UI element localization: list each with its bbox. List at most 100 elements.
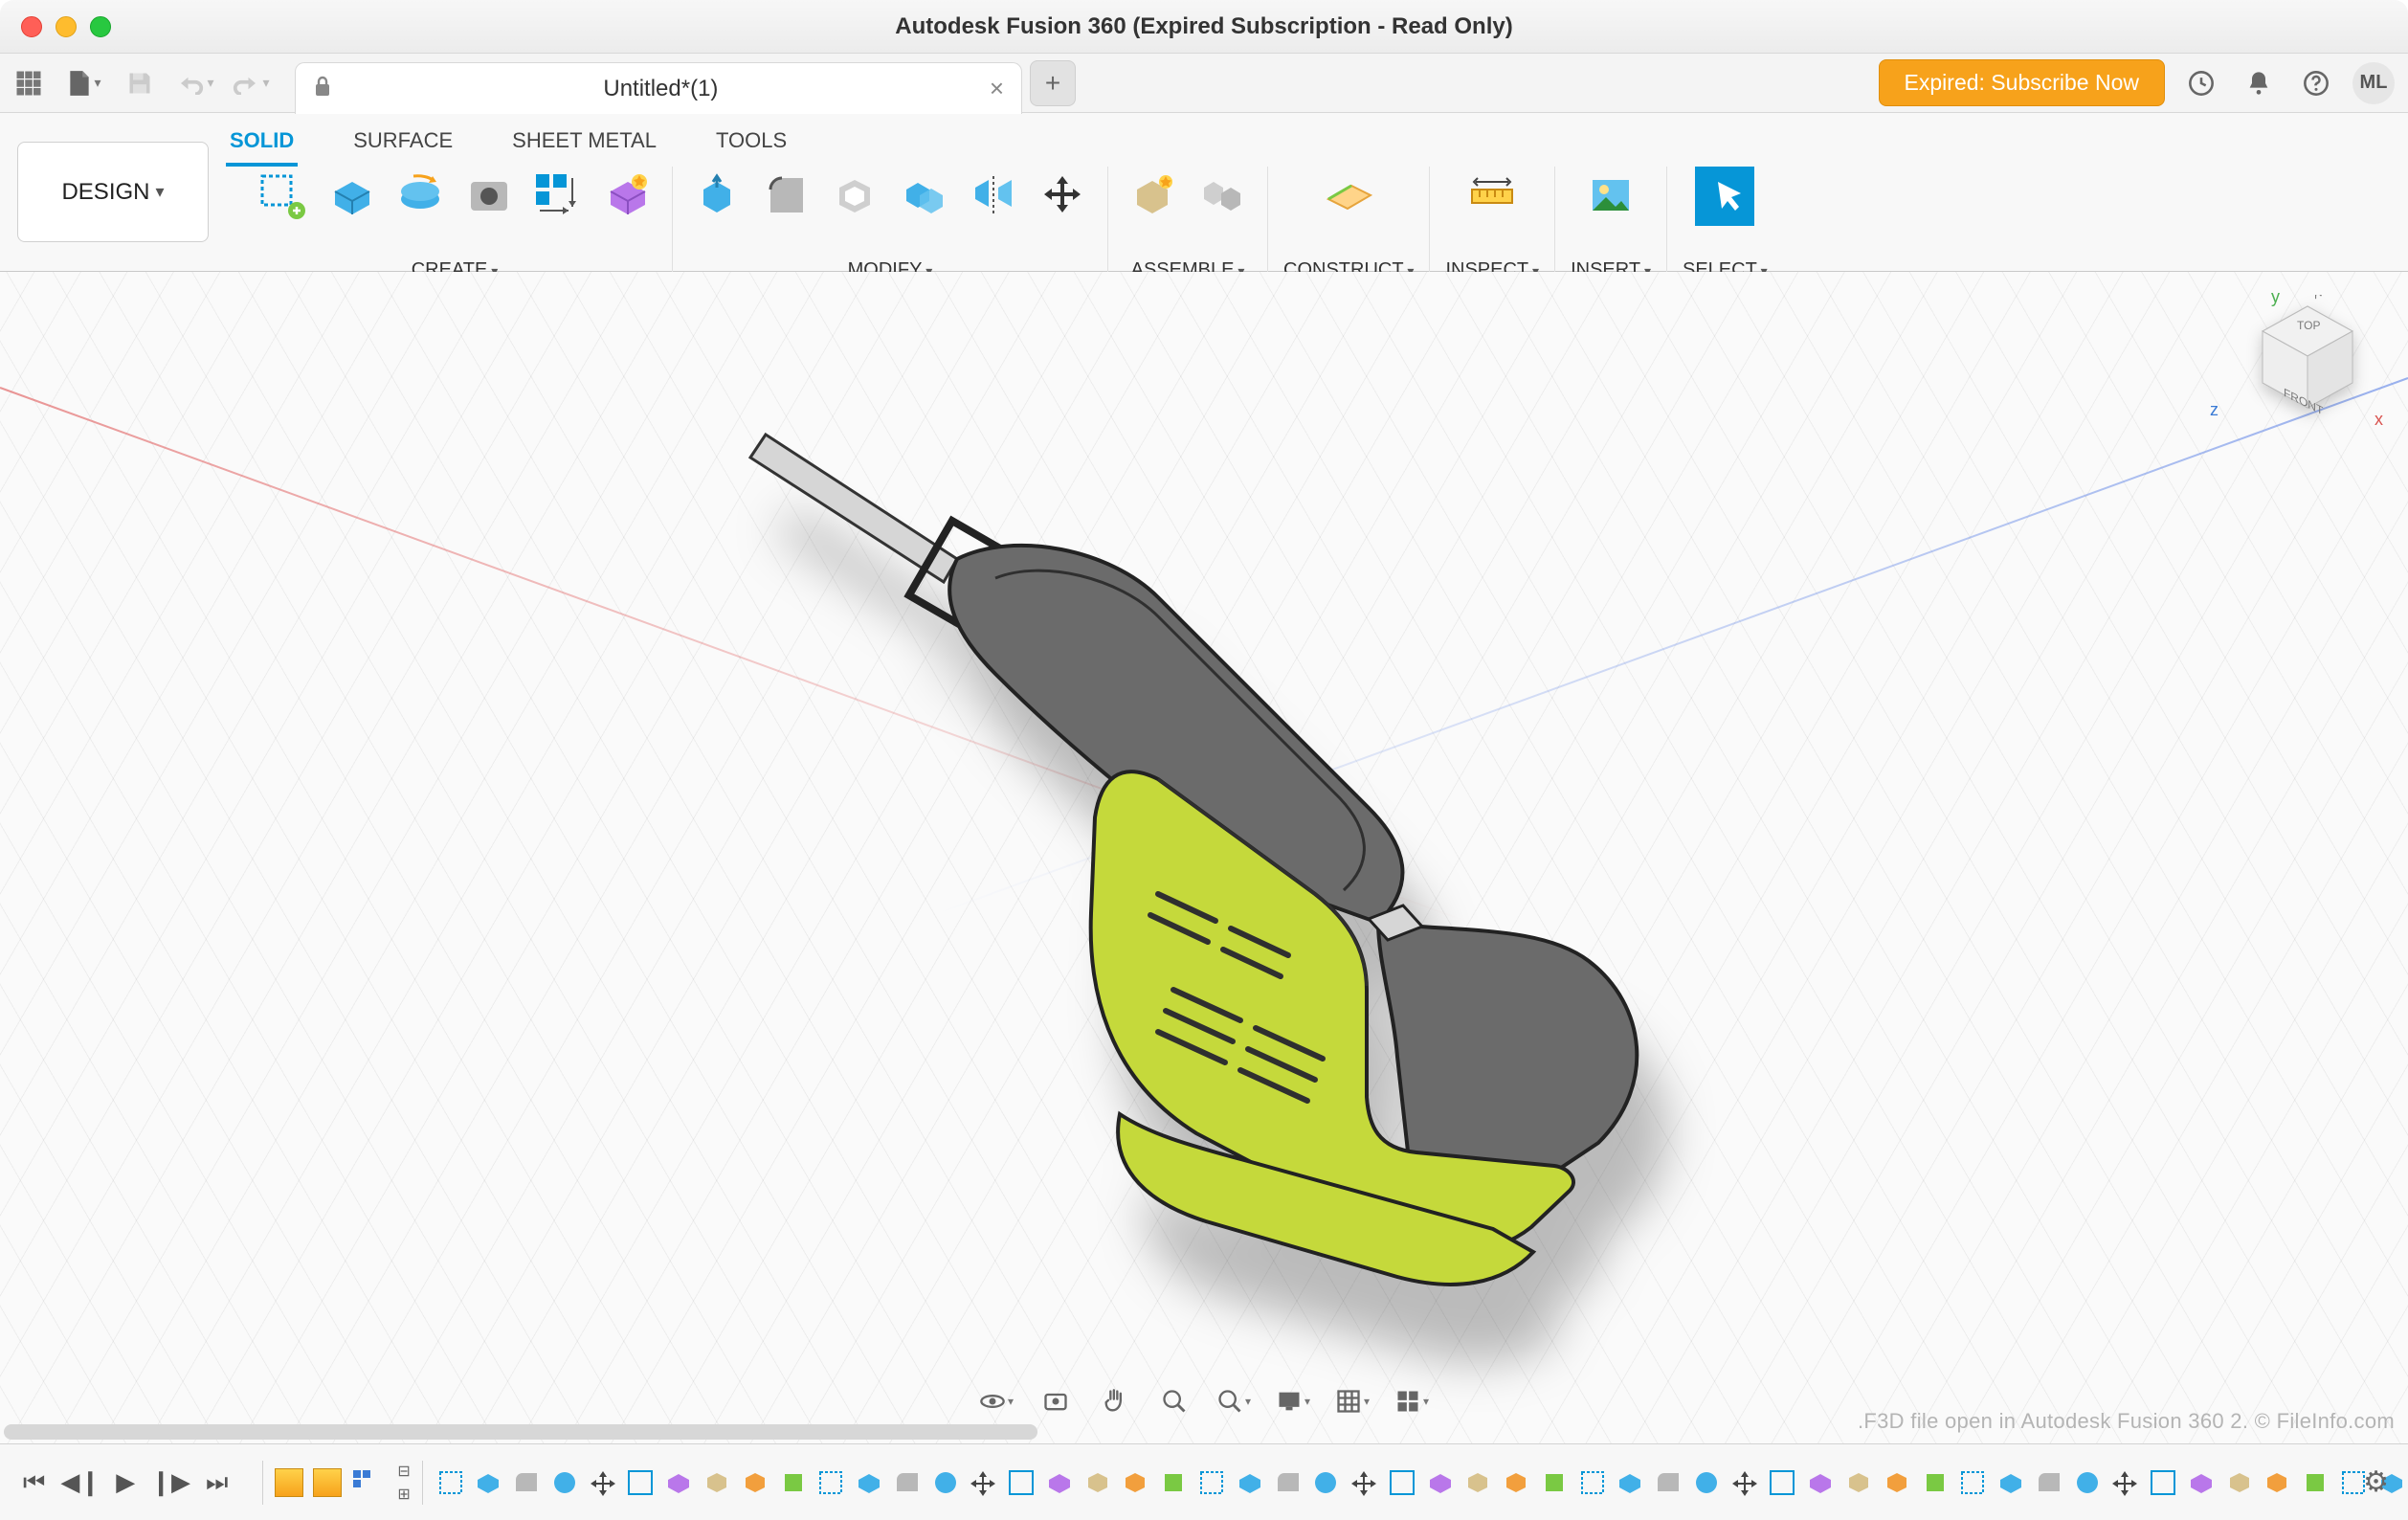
timeline-feature-icon[interactable] [2185,1465,2218,1500]
timeline-end-icon[interactable]: ⏭ [206,1467,228,1498]
measure-icon[interactable] [1462,167,1522,226]
timeline-feature-icon[interactable] [587,1465,619,1500]
viewcube-top[interactable]: TOP [2297,319,2320,332]
timeline-feature-icon[interactable] [1005,1465,1037,1500]
tab-surface[interactable]: SURFACE [349,121,457,163]
timeline-expand[interactable]: ⊟ ⊞ [391,1462,410,1504]
grid-settings-icon[interactable] [1333,1382,1371,1420]
timeline-feature-icon[interactable] [1500,1465,1532,1500]
viewcube-right[interactable]: RIGHT [2314,295,2351,302]
combine-icon[interactable] [895,167,954,226]
tab-sheet-metal[interactable]: SHEET METAL [508,121,660,163]
timeline-feature-icon[interactable] [2223,1465,2256,1500]
timeline-feature-icon[interactable] [891,1465,924,1500]
viewport-layout-icon[interactable] [1393,1382,1431,1420]
timeline-feature-icon[interactable] [929,1465,962,1500]
tab-tools[interactable]: TOOLS [712,121,791,163]
document-tab[interactable]: Untitled*(1) × [295,62,1022,114]
split-body-icon[interactable] [964,167,1023,226]
timeline-feature-icon[interactable] [1690,1465,1723,1500]
timeline-feature-icon[interactable] [1461,1465,1494,1500]
timeline-feature-icon[interactable] [1576,1465,1609,1500]
timeline-feature-icon[interactable] [2262,1465,2294,1500]
timeline-play-icon[interactable]: ▶ [116,1467,135,1498]
redo-icon[interactable] [228,60,274,106]
job-status-icon[interactable] [2180,62,2222,104]
timeline-feature-icon[interactable] [1157,1465,1190,1500]
model-reciprocating-saw[interactable] [708,396,1704,1296]
timeline-feature-icon[interactable] [473,1465,505,1500]
horizontal-scrollbar[interactable] [4,1424,1037,1440]
close-tab-icon[interactable]: × [990,74,1004,103]
timeline-feature-icon[interactable] [1767,1465,1799,1500]
viewcube[interactable]: FRONT RIGHT TOP [2245,295,2370,419]
timeline-feature-icon[interactable] [739,1465,771,1500]
timeline-marker-group-icon[interactable] [275,1468,303,1497]
timeline-marker-group-icon[interactable] [313,1468,342,1497]
tab-solid[interactable]: SOLID [226,121,298,167]
move-icon[interactable] [1033,167,1092,226]
fillet-icon[interactable] [757,167,816,226]
timeline-step-forward-icon[interactable]: ❙▶ [150,1467,190,1498]
zoom-menu-icon[interactable] [1215,1382,1253,1420]
create-sketch-icon[interactable] [253,167,312,226]
insert-decal-icon[interactable] [1581,167,1640,226]
timeline-feature-icon[interactable] [1728,1465,1761,1500]
look-at-icon[interactable] [1037,1382,1075,1420]
data-panel-icon[interactable] [6,60,52,106]
new-component-icon[interactable] [1124,167,1183,226]
timeline-marker-pattern-icon[interactable] [351,1468,380,1497]
pattern-icon[interactable] [528,167,588,226]
timeline-feature-icon[interactable] [2108,1465,2141,1500]
subscribe-banner-button[interactable]: Expired: Subscribe Now [1879,59,2165,106]
timeline-feature-icon[interactable] [1195,1465,1228,1500]
timeline-feature-icon[interactable] [625,1465,658,1500]
timeline-feature-icon[interactable] [1615,1465,1647,1500]
undo-icon[interactable] [172,60,218,106]
timeline-feature-icon[interactable] [1919,1465,1951,1500]
timeline-feature-icon[interactable] [1842,1465,1875,1500]
timeline-feature-icon[interactable] [2033,1465,2065,1500]
display-settings-icon[interactable] [1274,1382,1312,1420]
timeline-feature-icon[interactable] [1348,1465,1380,1500]
timeline-feature-icon[interactable] [548,1465,581,1500]
shell-icon[interactable] [826,167,885,226]
timeline-feature-icon[interactable] [2299,1465,2331,1500]
help-icon[interactable] [2295,62,2337,104]
timeline-feature-icon[interactable] [1081,1465,1114,1500]
timeline-start-icon[interactable]: ⏮ [23,1467,45,1498]
timeline-feature-icon[interactable] [1272,1465,1304,1500]
timeline-feature-icon[interactable] [1424,1465,1457,1500]
create-form-icon[interactable] [597,167,657,226]
construct-plane-icon[interactable] [1319,167,1378,226]
timeline-feature-icon[interactable] [1386,1465,1418,1500]
timeline-feature-icon[interactable] [1309,1465,1342,1500]
extrude-icon[interactable] [322,167,381,226]
timeline-feature-icon[interactable] [1881,1465,1913,1500]
timeline-feature-icon[interactable] [2071,1465,2104,1500]
notifications-icon[interactable] [2238,62,2280,104]
timeline-feature-icon[interactable] [1956,1465,1989,1500]
revolve-icon[interactable] [390,167,450,226]
pan-icon[interactable] [1096,1382,1134,1420]
file-menu-icon[interactable] [61,60,107,106]
timeline-feature-icon[interactable] [2147,1465,2179,1500]
timeline-feature-icon[interactable] [814,1465,847,1500]
timeline-feature-icon[interactable] [1804,1465,1837,1500]
timeline-feature-icon[interactable] [1995,1465,2027,1500]
new-tab-button[interactable]: + [1030,60,1076,106]
timeline-feature-icon[interactable] [1043,1465,1076,1500]
joint-icon[interactable] [1193,167,1252,226]
user-avatar[interactable]: ML [2352,62,2395,104]
timeline-feature-icon[interactable] [777,1465,810,1500]
timeline-feature-icon[interactable] [1234,1465,1266,1500]
timeline-feature-icon[interactable] [853,1465,885,1500]
timeline-feature-icon[interactable] [701,1465,733,1500]
timeline-step-back-icon[interactable]: ◀❙ [60,1467,100,1498]
timeline-feature-icon[interactable] [968,1465,1000,1500]
viewport[interactable]: y x z FRONT RIGHT TOP [0,272,2408,1443]
select-tool-icon[interactable] [1695,167,1754,226]
timeline-feature-icon[interactable] [1652,1465,1684,1500]
hole-icon[interactable] [459,167,519,226]
press-pull-icon[interactable] [688,167,747,226]
